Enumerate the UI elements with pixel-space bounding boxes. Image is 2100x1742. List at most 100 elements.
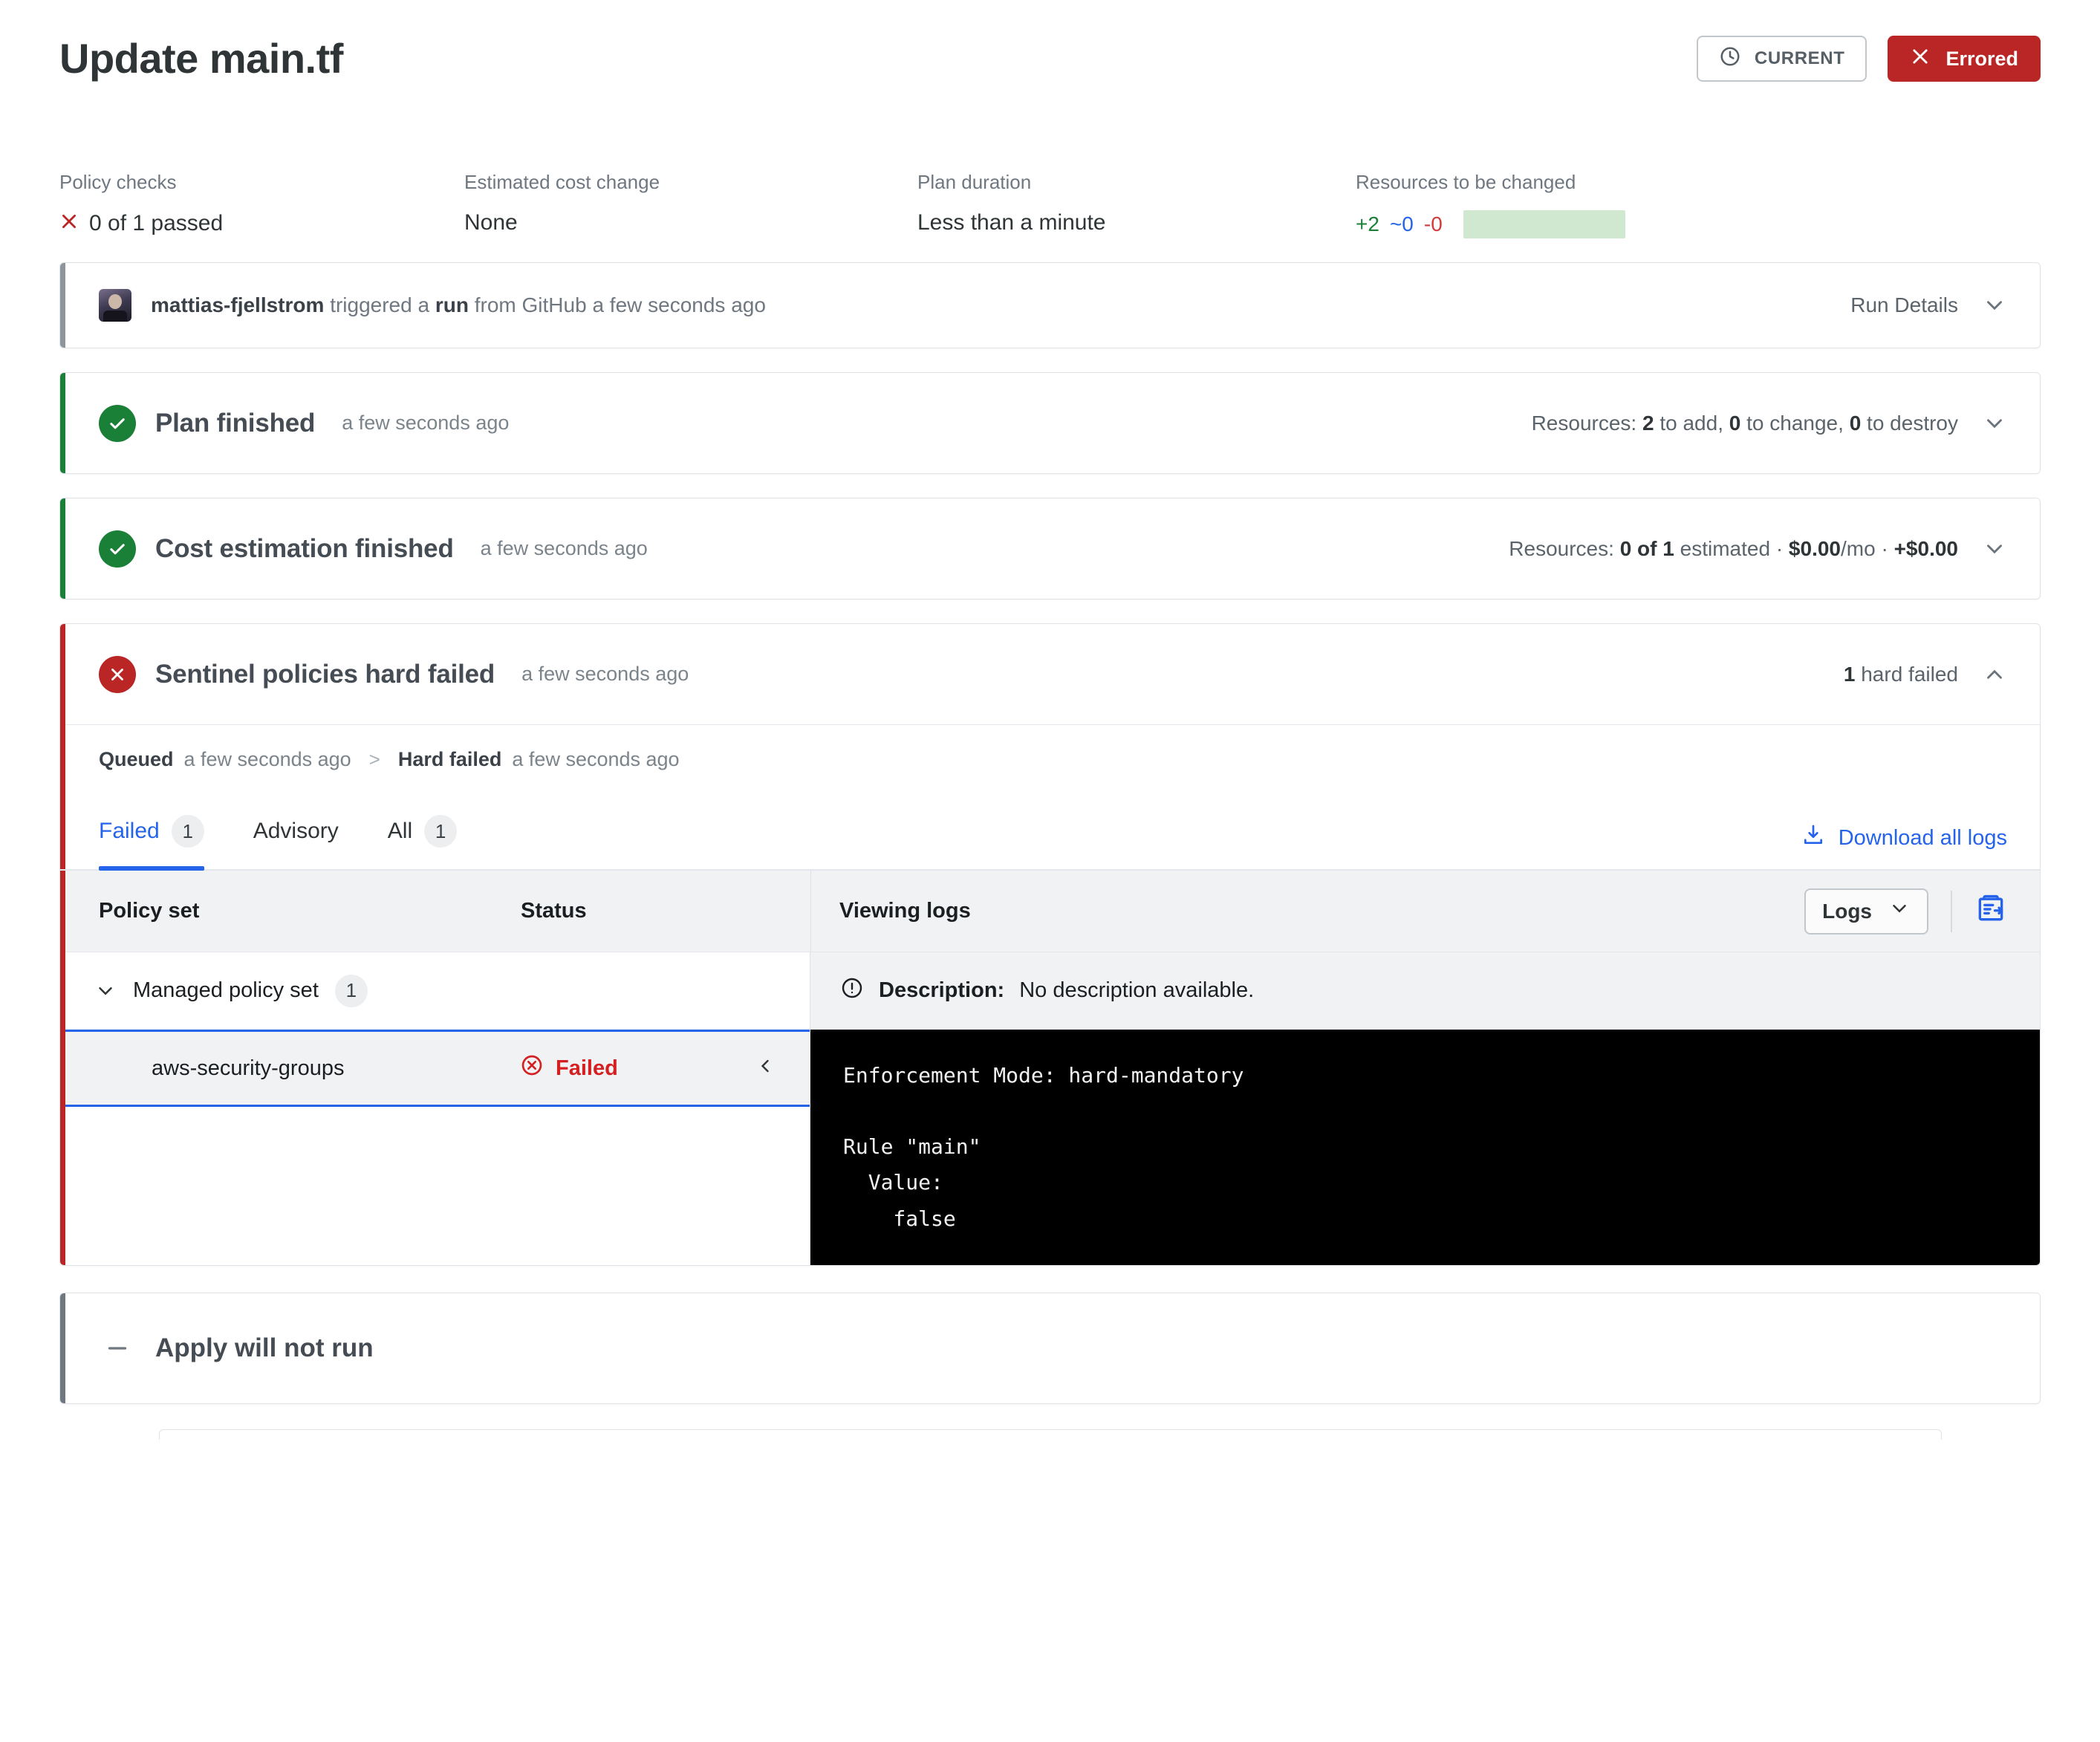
policy-description-label: Description: (879, 978, 1005, 1002)
logs-toolbar: Logs (1804, 888, 2040, 935)
card-accent-bar (60, 1293, 65, 1403)
check-circle-icon (99, 404, 136, 442)
sentinel-time: a few seconds ago (521, 663, 689, 685)
current-badge-label: CURRENT (1754, 48, 1845, 68)
x-circle-icon (99, 655, 136, 693)
logs-dropdown-value: Logs (1822, 899, 1872, 923)
next-card-sliver (158, 1429, 1942, 1440)
policy-description-value: No description available. (1019, 978, 1255, 1002)
log-viewer: Description: No description available. E… (810, 952, 2040, 1265)
minus-icon (99, 1335, 136, 1362)
download-all-logs-button[interactable]: Download all logs (1801, 823, 2007, 869)
cost-sep-2: · (1881, 536, 1888, 560)
trigger-user: mattias-fjellstrom (151, 293, 325, 316)
cost-sep-1: · (1775, 536, 1784, 560)
policy-description-bar: Description: No description available. (810, 952, 2040, 1030)
breadcrumb-failed-time: a few seconds ago (512, 747, 680, 770)
breadcrumb-queued-time: a few seconds ago (183, 747, 351, 770)
trigger-description: mattias-fjellstrom triggered a run from … (151, 293, 766, 317)
tab-all[interactable]: All 1 (388, 793, 475, 869)
cost-time: a few seconds ago (480, 537, 648, 559)
breadcrumb-separator: > (368, 747, 380, 770)
trigger-text-2: from GitHub a few seconds ago (474, 293, 766, 316)
page-title: Update main.tf (59, 35, 343, 82)
policy-table-body: Managed policy set 1 aws-security-groups… (60, 952, 2040, 1265)
sentinel-summary: 1 hard failed (1844, 663, 1958, 686)
cost-summary-toggle[interactable]: Resources: 0 of 1 estimated · $0.00/mo ·… (1509, 536, 2007, 562)
sentinel-summary-toggle[interactable]: 1 hard failed (1844, 662, 2007, 687)
current-badge[interactable]: CURRENT (1696, 36, 1867, 82)
tab-advisory[interactable]: Advisory (253, 793, 357, 869)
policy-status-label: Failed (556, 1056, 618, 1080)
plan-summary-toggle[interactable]: Resources: 2 to add, 0 to change, 0 to d… (1532, 411, 2007, 436)
policy-set-group-name: Managed policy set (133, 978, 319, 1002)
policy-set-group-row[interactable]: Managed policy set 1 (60, 952, 810, 1030)
trigger-text-1: triggered a (330, 293, 430, 316)
download-icon (1801, 823, 1825, 853)
card-accent-bar (60, 263, 65, 348)
cost-estimation-card: Cost estimation finished a few seconds a… (59, 498, 2041, 599)
chevron-down-icon[interactable] (1982, 293, 2007, 318)
logs-dropdown[interactable]: Logs (1804, 888, 1928, 935)
cost-summary-prefix: Resources: (1509, 536, 1614, 560)
chevron-down-icon (1888, 897, 1911, 925)
meta-value-text: None (464, 210, 518, 235)
plan-add-count: 2 (1642, 411, 1654, 435)
meta-label: Estimated cost change (464, 171, 660, 193)
policy-list-filler (60, 1107, 810, 1226)
sentinel-failed-label: hard failed (1861, 662, 1958, 686)
policy-set-list: Managed policy set 1 aws-security-groups… (60, 952, 810, 1265)
chevron-left-icon[interactable] (743, 1055, 787, 1082)
cost-title: Cost estimation finished (155, 533, 454, 563)
policy-name: aws-security-groups (152, 1056, 345, 1080)
status-badge: Errored (1888, 36, 2041, 82)
divider (1951, 890, 1952, 932)
plan-finished-card: Plan finished a few seconds ago Resource… (59, 372, 2041, 474)
meta-resources-changed: Resources to be changed +2 ~0 -0 (1356, 171, 1625, 238)
sentinel-tabs-row: Failed 1 Advisory All 1 Download all log (60, 793, 2040, 871)
card-accent-bar (60, 373, 65, 473)
column-header-viewing-logs: Viewing logs (839, 899, 971, 923)
viewing-logs-header-cell: Viewing logs Logs (810, 870, 2040, 952)
sentinel-tabs: Failed 1 Advisory All 1 (99, 793, 475, 871)
cost-estimated-label: estimated (1680, 536, 1771, 560)
meta-label: Plan duration (917, 171, 1032, 193)
tab-all-count: 1 (424, 815, 458, 848)
run-details-toggle[interactable]: Run Details (1850, 293, 2007, 318)
policy-set-group-count: 1 (334, 974, 368, 1007)
chevron-up-icon[interactable] (1982, 662, 2007, 687)
x-icon (1910, 46, 1931, 71)
meta-value-text: 0 of 1 passed (89, 211, 224, 235)
plan-summary: Resources: 2 to add, 0 to change, 0 to d… (1532, 412, 1958, 435)
plan-title: Plan finished (155, 408, 316, 438)
breadcrumb-queued-label: Queued (99, 747, 174, 770)
breadcrumb-failed-label: Hard failed (397, 747, 502, 770)
plan-summary-prefix: Resources: (1531, 411, 1637, 435)
tab-failed[interactable]: Failed 1 (99, 793, 222, 871)
wrap-lines-icon[interactable] (1974, 892, 2007, 931)
card-accent-bar (60, 624, 65, 1265)
sentinel-policies-card: Sentinel policies hard failed a few seco… (59, 623, 2041, 1266)
resources-destroy: -0 (1423, 212, 1443, 235)
page-header: Update main.tf CURRENT Errored (59, 0, 2041, 89)
chevron-down-icon[interactable] (94, 980, 117, 1002)
chevron-down-icon[interactable] (1982, 411, 2007, 436)
sentinel-title: Sentinel policies hard failed (155, 659, 495, 689)
chevron-down-icon[interactable] (1982, 536, 2007, 562)
resources-change: ~0 (1389, 212, 1414, 235)
info-icon (840, 976, 864, 1006)
plan-change-count: 0 (1729, 411, 1741, 435)
plan-destroy-label: to destroy (1867, 411, 1958, 435)
avatar (99, 289, 131, 322)
clock-icon (1719, 45, 1741, 73)
log-output[interactable]: Enforcement Mode: hard-mandatory Rule "m… (810, 1030, 2040, 1265)
run-details-label: Run Details (1850, 293, 1958, 316)
policy-row-aws-security-groups[interactable]: aws-security-groups Failed (60, 1030, 810, 1107)
x-icon (59, 210, 79, 237)
column-header-policy-set: Policy set (99, 899, 200, 923)
run-page: Update main.tf CURRENT Errored Policy ch… (0, 0, 2100, 1440)
plan-destroy-count: 0 (1849, 411, 1862, 435)
plan-time: a few seconds ago (342, 412, 510, 434)
check-circle-icon (99, 530, 136, 568)
status-badge-label: Errored (1945, 47, 2018, 70)
